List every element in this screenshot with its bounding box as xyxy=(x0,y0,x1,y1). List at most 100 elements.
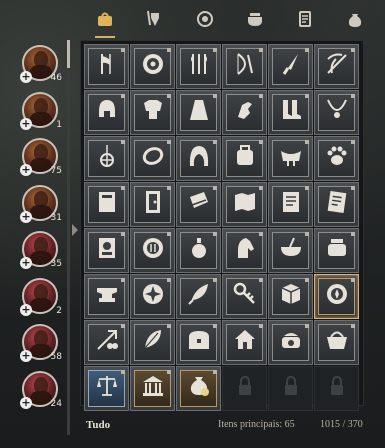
character-slot[interactable]: + 46 xyxy=(18,43,64,85)
door-icon xyxy=(140,189,166,220)
plus-icon[interactable]: + xyxy=(20,71,32,83)
inventory-slot[interactable] xyxy=(314,44,359,89)
inventory-slot[interactable] xyxy=(314,182,359,227)
inventory-slot[interactable] xyxy=(176,228,221,273)
plus-icon[interactable]: + xyxy=(20,117,32,130)
slot-frame xyxy=(272,48,309,85)
slot-frame xyxy=(180,370,217,407)
slot-marker xyxy=(305,94,309,98)
plus-icon[interactable]: + xyxy=(20,164,32,176)
character-scrollbar-thumb[interactable] xyxy=(67,40,70,68)
inventory-slot[interactable] xyxy=(84,228,129,273)
inventory-slot[interactable] xyxy=(84,136,129,181)
inventory-slot[interactable] xyxy=(176,366,221,411)
inventory-slot[interactable] xyxy=(222,44,267,89)
tab-weapon-armor[interactable] xyxy=(142,8,168,34)
inventory-slot[interactable] xyxy=(130,182,175,227)
tab-cauldron[interactable] xyxy=(242,8,268,34)
slot-marker xyxy=(167,48,171,52)
dual-weapons-icon xyxy=(186,51,212,82)
character-scrollbar[interactable] xyxy=(67,40,70,435)
inventory-slot[interactable] xyxy=(84,274,129,319)
slot-marker xyxy=(121,232,125,236)
inventory-slot[interactable] xyxy=(222,90,267,135)
inventory-slot[interactable] xyxy=(130,320,175,365)
inventory-slot[interactable] xyxy=(176,136,221,181)
slot-frame xyxy=(226,278,263,315)
house-icon xyxy=(232,327,258,358)
bowl-icon xyxy=(278,235,304,266)
inventory-slot[interactable] xyxy=(222,320,267,365)
locked-slot[interactable] xyxy=(314,366,359,411)
slot-frame xyxy=(318,370,355,407)
character-slot[interactable]: + 24 xyxy=(18,369,64,411)
tab-shield[interactable] xyxy=(192,8,218,34)
inventory-slot[interactable] xyxy=(84,366,129,411)
inventory-slot[interactable] xyxy=(268,90,313,135)
slot-marker xyxy=(351,278,355,282)
hood-icon xyxy=(186,143,212,174)
backpack-icon xyxy=(232,143,258,174)
plus-icon[interactable]: + xyxy=(20,303,32,316)
character-slot[interactable]: + 35 xyxy=(18,229,64,271)
slot-frame xyxy=(272,186,309,223)
character-slot[interactable]: + 75 xyxy=(18,136,64,178)
character-item-count: 46 xyxy=(50,73,62,83)
inventory-slot[interactable] xyxy=(314,320,359,365)
character-slot[interactable]: + 31 xyxy=(18,183,64,225)
inventory-slot[interactable] xyxy=(222,136,267,181)
slot-marker xyxy=(259,278,263,282)
potion-icon xyxy=(186,235,212,266)
inventory-slot[interactable] xyxy=(222,182,267,227)
inventory-slot[interactable] xyxy=(84,182,129,227)
inventory-slot[interactable] xyxy=(130,44,175,89)
inventory-slot[interactable] xyxy=(130,366,175,411)
inventory-slot[interactable] xyxy=(84,90,129,135)
tab-bag[interactable] xyxy=(92,8,118,38)
inventory-slot[interactable] xyxy=(268,228,313,273)
character-slot[interactable]: + 2 xyxy=(18,276,64,318)
money-bag-icon xyxy=(186,373,212,404)
inventory-slot[interactable] xyxy=(176,182,221,227)
plus-icon[interactable]: + xyxy=(20,396,32,409)
inventory-slot[interactable] xyxy=(222,228,267,273)
inventory-slot[interactable] xyxy=(130,228,175,273)
character-slot[interactable]: + 58 xyxy=(18,322,64,364)
tab-sack[interactable] xyxy=(342,8,368,34)
plus-icon[interactable]: + xyxy=(20,257,32,269)
inventory-slot[interactable] xyxy=(268,274,313,319)
inventory-slot[interactable] xyxy=(176,90,221,135)
inventory-footer: Tudo Itens principais: 65 1015 / 370 xyxy=(80,412,380,442)
inventory-slot[interactable] xyxy=(130,136,175,181)
character-slot[interactable]: + 1 xyxy=(18,90,64,132)
locked-slot[interactable] xyxy=(268,366,313,411)
plus-icon[interactable]: + xyxy=(20,210,32,223)
inventory-slot[interactable] xyxy=(314,136,359,181)
inventory-slot[interactable] xyxy=(314,90,359,135)
inventory-slot[interactable] xyxy=(268,44,313,89)
slot-frame xyxy=(272,324,309,361)
inventory-slot[interactable] xyxy=(84,320,129,365)
inventory-slot[interactable] xyxy=(176,320,221,365)
inventory-slot[interactable] xyxy=(268,136,313,181)
locked-slot[interactable] xyxy=(222,366,267,411)
inventory-slot[interactable] xyxy=(222,274,267,319)
plus-icon[interactable]: + xyxy=(20,350,32,362)
chest-icon xyxy=(186,327,212,358)
slot-marker xyxy=(351,48,355,52)
inventory-slot[interactable] xyxy=(84,44,129,89)
inventory-slot[interactable] xyxy=(130,90,175,135)
inventory-slot[interactable] xyxy=(268,320,313,365)
tab-scroll[interactable] xyxy=(292,8,318,34)
inventory-slot[interactable] xyxy=(176,44,221,89)
inventory-slot[interactable] xyxy=(176,274,221,319)
compass-icon xyxy=(324,281,350,312)
inventory-slot[interactable] xyxy=(314,274,359,319)
slot-marker xyxy=(167,324,171,328)
inventory-slot[interactable] xyxy=(268,182,313,227)
slot-frame xyxy=(88,232,125,269)
inventory-slot[interactable] xyxy=(314,228,359,273)
inventory-slot[interactable] xyxy=(130,274,175,319)
slot-frame xyxy=(272,232,309,269)
slot-marker xyxy=(305,278,309,282)
